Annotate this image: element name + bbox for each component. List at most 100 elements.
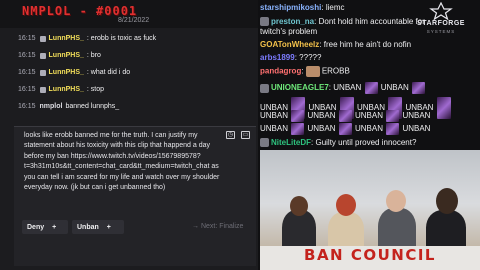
chat-text: UNBAN [354,111,383,121]
unban-button[interactable]: Unban + [72,220,124,234]
starforge-logo: STARFORGE SYSTEMS [404,1,478,36]
chat-text: UNBAN [307,111,336,121]
chat-sep: : [294,53,297,62]
brand-sub: SYSTEMS [426,29,456,34]
chat-username[interactable]: starshipmikoshi [260,3,321,12]
chat-line: UNBAN UNBAN UNBAN UNBAN [260,110,430,122]
log-user[interactable]: LunnPHS_ [49,86,84,93]
panelist-4-head [436,188,458,214]
panelist-1-head [290,196,308,216]
chat-username[interactable]: GOATonWheelz [260,40,319,49]
emote-icon [386,110,400,122]
brand-name: STARFORGE [417,20,465,27]
deny-label: Deny [27,223,45,231]
chat-line: preston_na: Dont hold him accountable fo… [260,17,425,27]
log-user[interactable]: LunnPHS_ [49,69,84,76]
chat-username[interactable]: preston_na [271,17,314,26]
chat-line: GOATonWheelz: free him he ain't do nofin [260,40,411,49]
log-time: 16:15 [18,103,36,110]
chat-text: UNBAN [307,124,336,134]
next-label: Next: Finalize [200,223,244,230]
badge-icon [260,83,269,93]
log-row: 16:15 LunnPHS_ : what did i do [18,64,254,81]
webcam-feed: BAN COUNCIL [260,150,480,270]
chat-sep: : [321,3,324,12]
emote-icon [412,82,425,94]
chat-line: UNBAN UNBAN UNBAN UNBAN [260,123,430,135]
chat-sep: : [311,138,314,147]
chat-username[interactable]: pandagrog [260,67,301,76]
chat-line: UNIONEAGLE7: UNBAN UNBAN [260,82,426,94]
ban-appeal-panel: NMPLOL - #0001 8/21/2022 16:15 LunnPHS_ … [0,0,258,270]
panelist-3-head [386,190,406,212]
plus-icon: + [52,223,57,231]
log-text: banned lunnphs_ [65,103,120,110]
chat-text: liemc [325,3,345,12]
chat-log: 16:15 LunnPHS_ : erobb is toxic as fuck … [18,30,254,115]
emote-icon [338,123,352,135]
chat-text: free him he ain't do nofin [323,40,412,49]
chat-line: arbs1899: ????? [260,53,321,62]
chat-text: Guilty until proved innocent? [315,138,417,147]
chat-text: UNBAN [402,124,431,134]
appeal-card: looks like erobb banned me for the truth… [14,126,256,266]
panelist-2-head [336,194,356,216]
ban-council-banner: BAN COUNCIL [304,246,436,264]
chat-text: EROBB [321,66,350,76]
badge-icon [260,138,269,148]
chat-line: starshipmikoshi: liemc [260,3,345,12]
chat-sep: : [301,66,304,76]
log-time: 16:15 [18,35,36,42]
log-time: 16:15 [18,52,36,59]
emote-icon [291,123,305,135]
appeal-text: looks like erobb banned me for the truth… [24,132,220,192]
chat-line: twitch's problem [260,27,317,36]
deny-button[interactable]: Deny + [22,220,68,234]
profile-image-icon [305,66,320,77]
emote-icon [386,123,400,135]
chat-text: UNBAN [260,111,289,121]
plus-icon: + [106,223,111,231]
chat-text: UNBAN [380,83,409,93]
log-row: 16:15 LunnPHS_ : stop [18,81,254,98]
chat-line: pandagrog: EROBB [260,66,350,77]
clock-icon[interactable]: ◷ [226,131,235,139]
log-text: : bro [86,52,101,59]
log-date: 8/21/2022 [118,17,150,24]
log-text: : what did i do [86,69,131,76]
chat-text: UNBAN [260,124,289,134]
log-text: : erobb is toxic as fuck [86,35,157,42]
chat-sep: : [314,17,317,26]
chat-username[interactable]: NiteLiteDF [271,138,311,147]
star-logo-icon [429,1,453,21]
chat-username[interactable]: arbs1899 [260,53,295,62]
log-user[interactable]: LunnPHS_ [49,52,84,59]
message-icon [39,35,46,42]
message-icon [39,52,46,59]
message-icon [39,69,46,76]
log-text: : stop [86,86,105,93]
emote-icon [338,110,352,122]
log-user[interactable]: LunnPHS_ [49,35,84,42]
log-time: 16:15 [18,69,36,76]
chat-username[interactable]: UNIONEAGLE7 [271,83,329,92]
chat-text: UNBAN [354,124,383,134]
emote-icon [364,82,378,94]
emote-icon [291,110,305,122]
chat-text: UNBAN [402,111,431,121]
chat-text: UNBAN [333,83,362,93]
chat-text: ????? [299,53,322,62]
emote-icon [436,97,451,119]
badge-icon [260,17,269,27]
chat-sep: : [319,40,322,49]
next-finalize-button[interactable]: → Next: Finalize [192,223,243,230]
log-row: 16:15 LunnPHS_ : erobb is toxic as fuck [18,30,254,47]
log-row: 16:15 nmplol banned lunnphs_ [18,98,254,115]
log-title: NMPLOL - #0001 [22,4,138,18]
message-icon[interactable]: ▭ [241,131,250,139]
unban-label: Unban [77,223,99,231]
chat-line: NiteLiteDF: Guilty until proved innocent… [260,138,417,148]
log-user[interactable]: nmplol [40,103,63,110]
log-header: NMPLOL - #0001 8/21/2022 [0,0,258,28]
chat-sep: : [328,83,332,93]
